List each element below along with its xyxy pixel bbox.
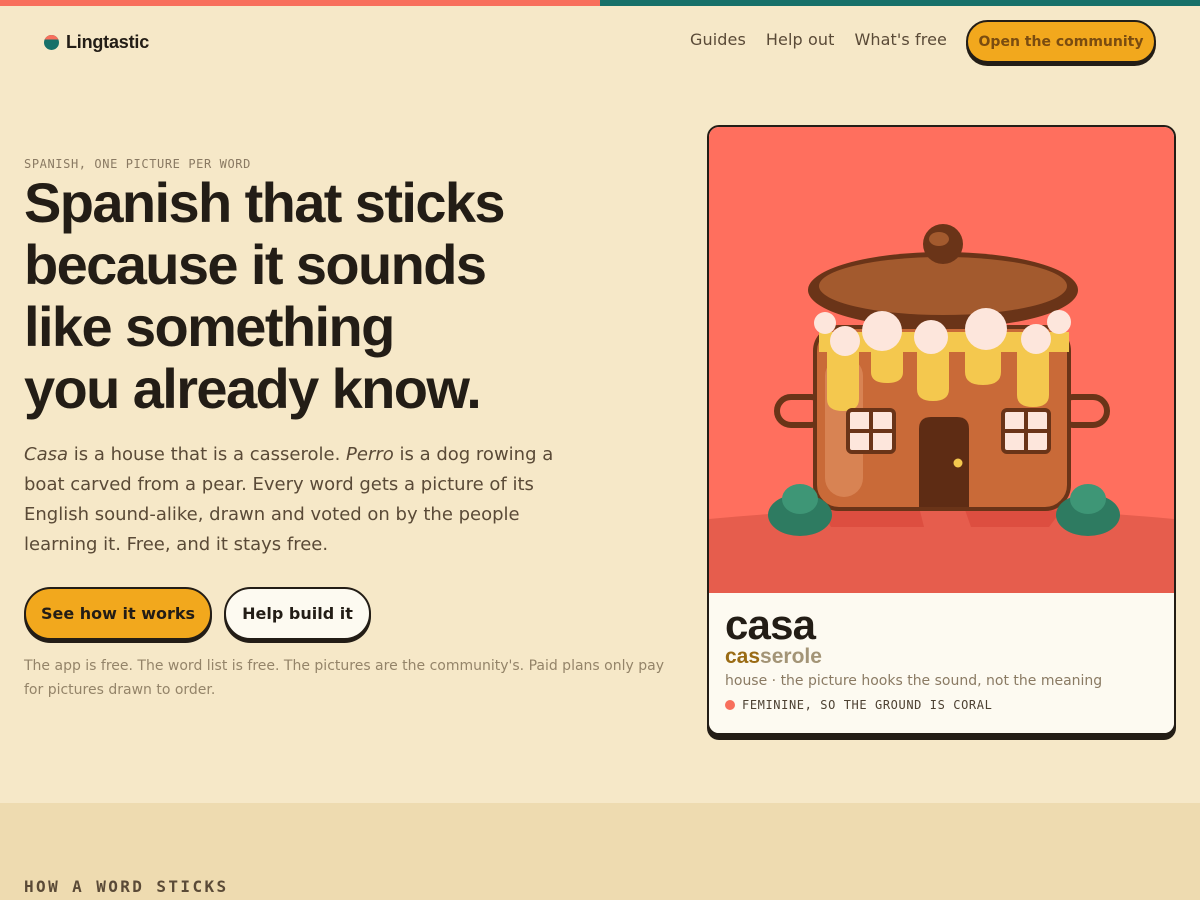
gender-label: FEMININE, SO THE GROUND IS CORAL <box>742 698 993 712</box>
card-word: casa <box>725 601 816 648</box>
site-header: Lingtastic Guides Help out What's free O… <box>0 6 1200 76</box>
card-meaning: house · the picture hooks the sound, not… <box>725 673 1103 689</box>
nav-link-help-out[interactable]: Help out <box>766 30 835 49</box>
hero-fineprint: The app is free. The word list is free. … <box>24 658 664 698</box>
logo-link[interactable]: Lingtastic <box>44 32 149 53</box>
headline-line-3: like something <box>24 295 395 358</box>
headline-line-1: Spanish that sticks <box>24 171 506 234</box>
how-it-works-section: HOW A WORD STICKS <box>0 803 1200 900</box>
headline-line-2: because it sounds <box>24 233 487 296</box>
card-sound-alike: casserole <box>725 645 822 669</box>
word-card: casa casserole house · the picture hooks… <box>707 125 1176 735</box>
logo-text: Lingtastic <box>66 32 150 52</box>
gender-dot-icon <box>725 700 735 710</box>
nav-link-guides[interactable]: Guides <box>690 30 746 49</box>
open-community-button[interactable]: Open the community <box>966 20 1156 63</box>
headline-line-4: you already know. <box>24 357 482 420</box>
see-how-it-works-button[interactable]: See how it works <box>24 587 212 640</box>
hero-headline: Spanish that sticks because it sounds li… <box>24 172 644 420</box>
sound-alike-rest: serole <box>760 645 822 668</box>
hero-eyebrow: SPANISH, ONE PICTURE PER WORD <box>24 157 251 171</box>
word-card-body: casa casserole house · the picture hooks… <box>709 593 1174 733</box>
nav-link-whats-free[interactable]: What's free <box>854 30 947 49</box>
hero-description: Casa is a house that is a casserole. Per… <box>24 440 564 560</box>
house-casserole-illustration <box>709 127 1174 593</box>
section-title: HOW A WORD STICKS <box>24 877 229 896</box>
example-word-casa: Casa <box>24 444 69 465</box>
main-nav: Guides Help out What's free <box>690 30 947 49</box>
card-gender-tag: FEMININE, SO THE GROUND IS CORAL <box>725 698 992 712</box>
sound-alike-highlight: cas <box>725 645 761 668</box>
logo-icon <box>44 35 59 50</box>
description-part-1: is a house that is a casserole. <box>68 444 347 465</box>
help-build-it-button[interactable]: Help build it <box>224 587 371 640</box>
example-word-perro: Perro <box>346 444 394 465</box>
